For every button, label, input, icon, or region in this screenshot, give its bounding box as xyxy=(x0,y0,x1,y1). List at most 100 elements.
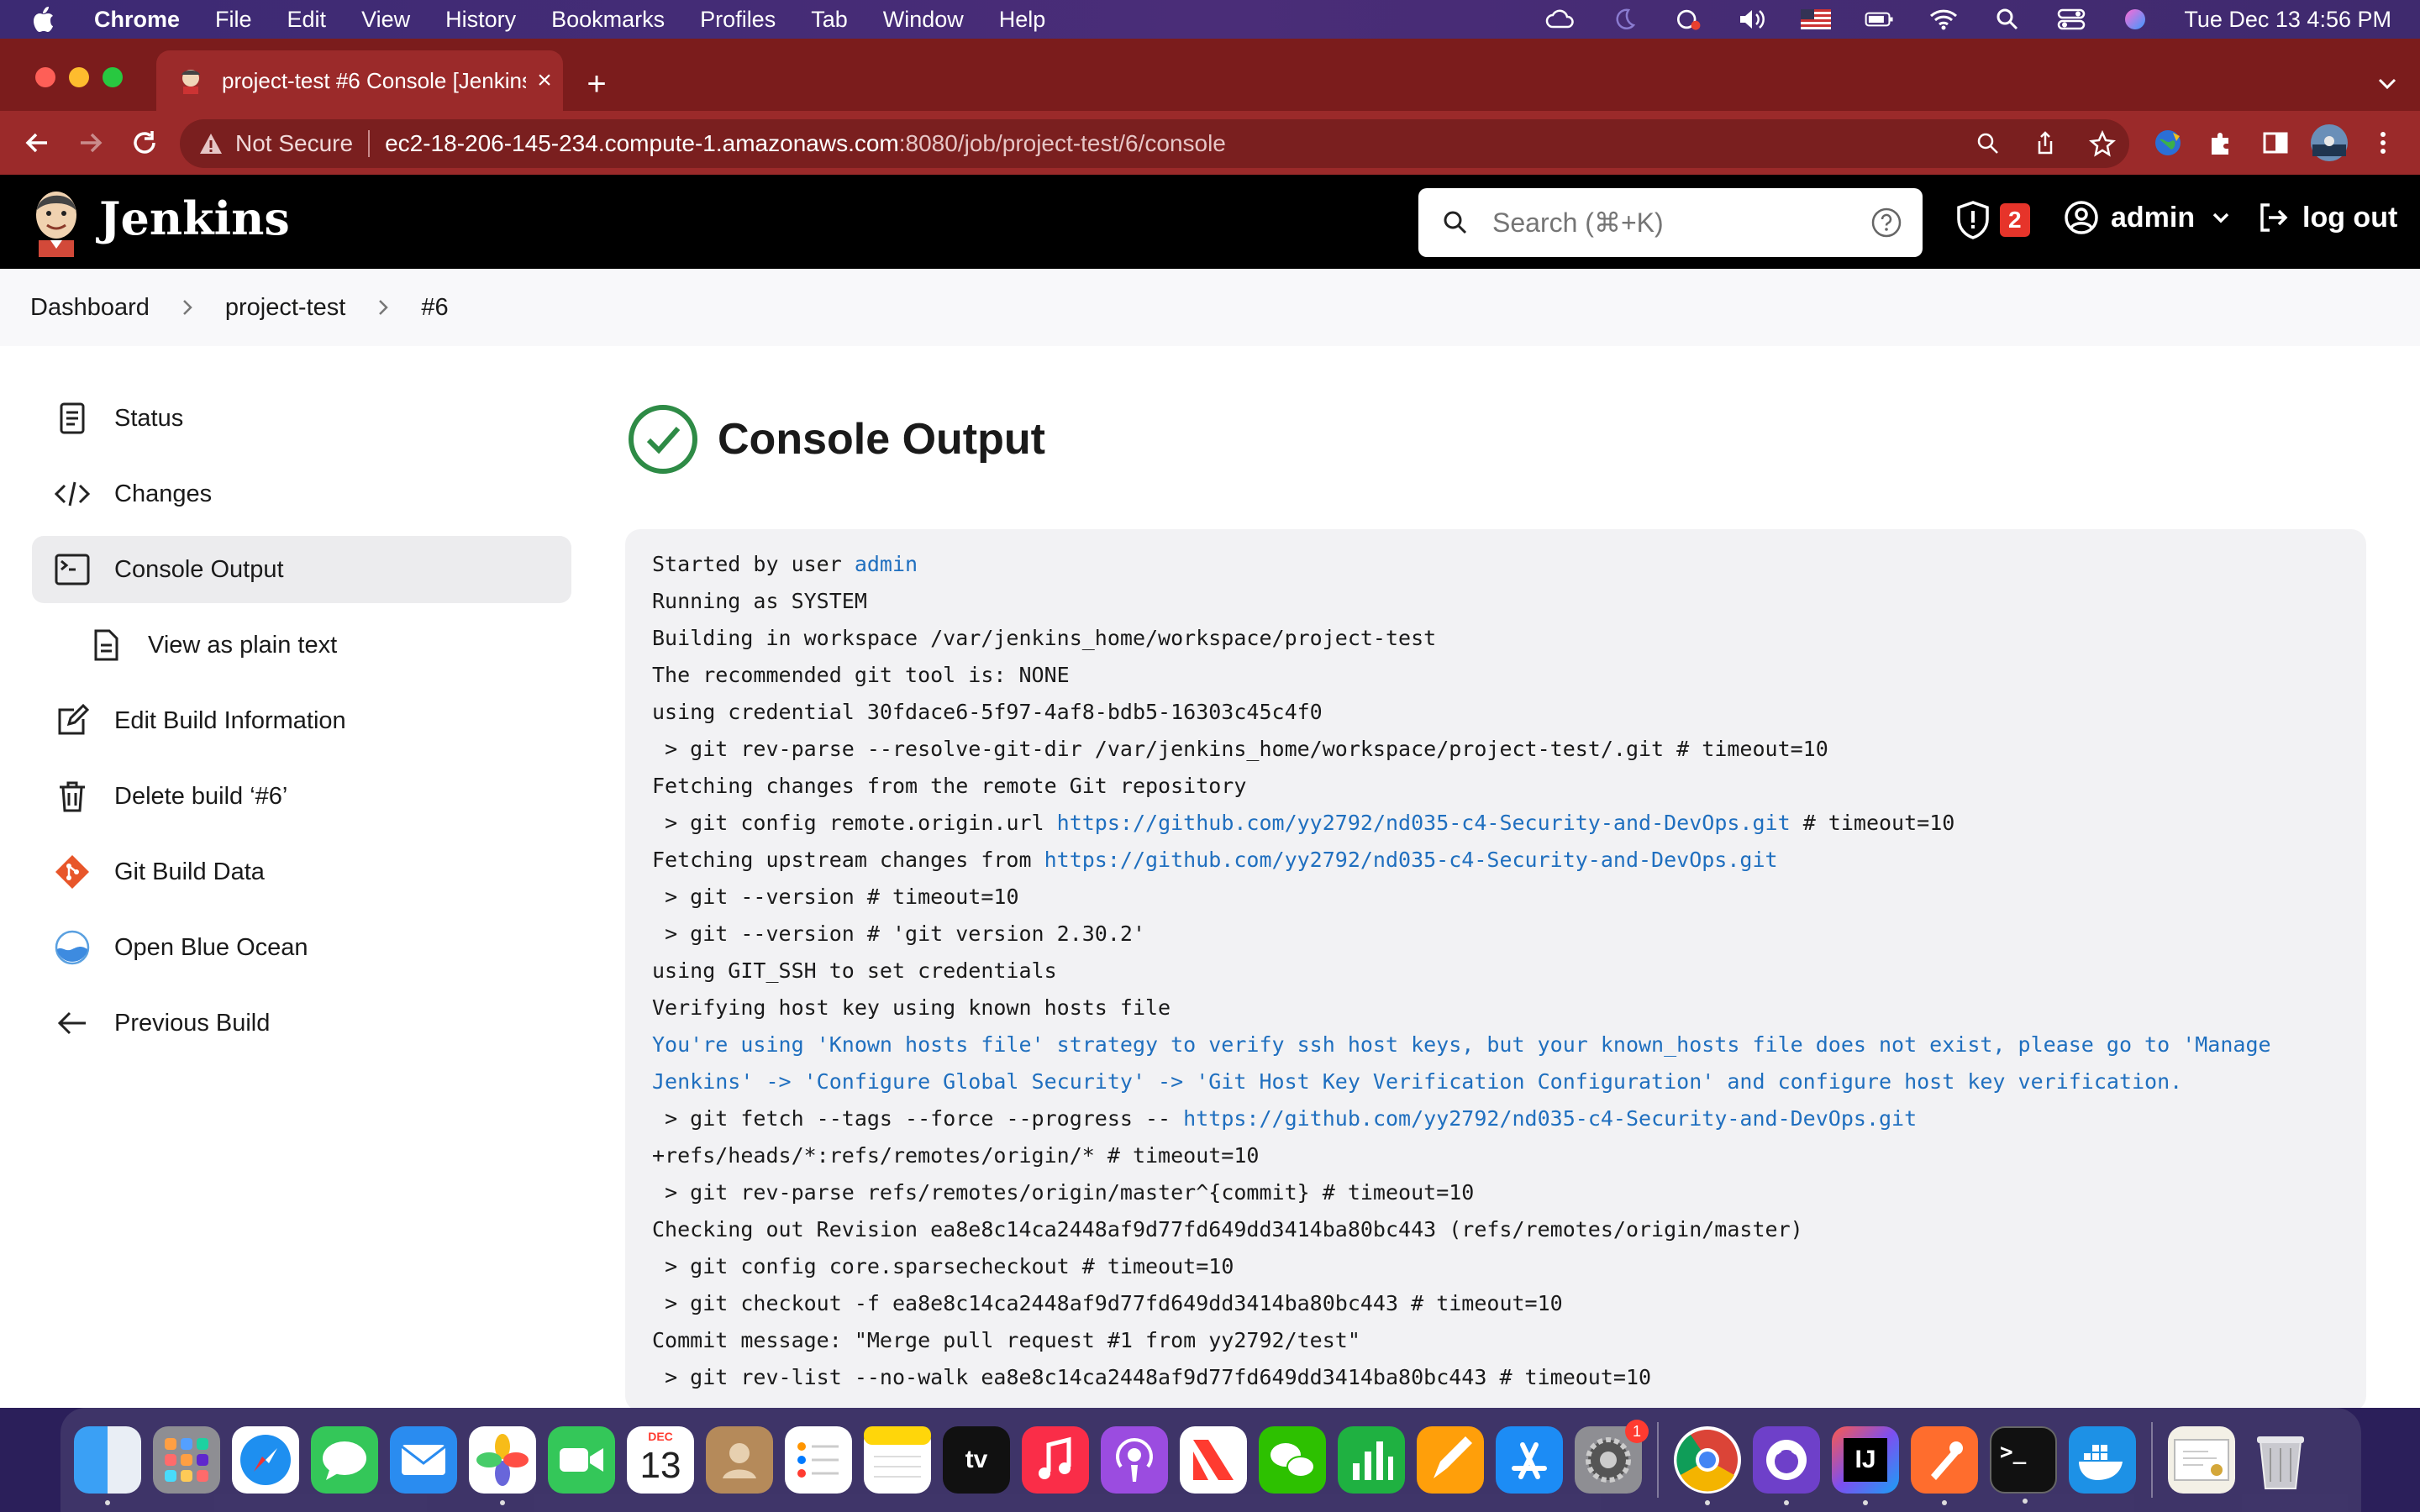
sidebar-item-edit-build-information[interactable]: Edit Build Information xyxy=(32,687,571,754)
breadcrumb-build-6[interactable]: #6 xyxy=(421,294,448,322)
news-icon[interactable] xyxy=(1180,1426,1247,1494)
url-path[interactable]: :8080/job/project-test/6/console xyxy=(899,130,1226,157)
sidebar-item-changes[interactable]: Changes xyxy=(32,460,571,528)
focus-moon-icon[interactable] xyxy=(1609,7,1639,32)
facetime-icon[interactable] xyxy=(548,1426,615,1494)
extension-globe-icon[interactable] xyxy=(2151,126,2185,160)
podcasts-icon[interactable] xyxy=(1101,1426,1168,1494)
menubar-clock[interactable]: Tue Dec 13 4:56 PM xyxy=(2184,7,2391,33)
jenkins-brand[interactable]: Jenkins xyxy=(99,192,290,245)
chrome-menu-icon[interactable] xyxy=(2371,126,2395,160)
jenkins-butler-logo-icon[interactable] xyxy=(30,188,82,257)
numbers-icon[interactable] xyxy=(1338,1426,1405,1494)
breadcrumb-dashboard[interactable]: Dashboard xyxy=(30,294,150,322)
user-menu[interactable]: admin xyxy=(2064,200,2232,235)
menu-file[interactable]: File xyxy=(215,7,252,33)
console-link[interactable]: https://github.com/yy2792/nd035-c4-Secur… xyxy=(1044,848,1778,872)
notes-icon[interactable] xyxy=(864,1426,931,1494)
not-secure-label[interactable]: Not Secure xyxy=(235,130,353,157)
share-icon[interactable] xyxy=(2032,130,2059,157)
calendar-icon[interactable]: DEC 13 xyxy=(627,1426,694,1494)
certificate-document-icon[interactable] xyxy=(2168,1426,2235,1494)
chrome-icon[interactable] xyxy=(1674,1426,1741,1505)
apple-tv-icon[interactable]: tv xyxy=(943,1426,1010,1494)
search-help-icon[interactable] xyxy=(1870,207,1902,239)
back-button[interactable] xyxy=(22,128,52,158)
photos-icon[interactable] xyxy=(469,1426,536,1505)
messages-icon[interactable] xyxy=(311,1426,378,1494)
sidebar-item-open-blue-ocean[interactable]: Open Blue Ocean xyxy=(32,914,571,981)
wechat-icon[interactable] xyxy=(1259,1426,1326,1494)
music-icon[interactable] xyxy=(1022,1426,1089,1494)
wifi-icon[interactable] xyxy=(1928,7,1959,32)
sidebar-item-status[interactable]: Status xyxy=(32,385,571,452)
profile-avatar[interactable] xyxy=(2309,123,2349,163)
pages-icon[interactable] xyxy=(1417,1426,1484,1494)
warning-triangle-icon[interactable] xyxy=(198,132,224,155)
tab-close-button[interactable]: × xyxy=(526,66,563,95)
jenkins-search-box[interactable] xyxy=(1418,188,1923,257)
menu-window[interactable]: Window xyxy=(883,7,964,33)
reload-button[interactable] xyxy=(129,128,160,158)
us-flag-icon[interactable] xyxy=(1801,7,1832,32)
app-store-icon[interactable] xyxy=(1496,1426,1563,1494)
forward-button[interactable] xyxy=(76,128,106,158)
screen-record-icon[interactable] xyxy=(1673,7,1703,32)
menu-app-chrome[interactable]: Chrome xyxy=(94,7,180,33)
sidebar-item-delete-build[interactable]: Delete build ‘#6’ xyxy=(32,763,571,830)
menu-help[interactable]: Help xyxy=(999,7,1046,33)
volume-icon[interactable] xyxy=(1737,7,1767,32)
intellij-icon[interactable]: IJ xyxy=(1832,1426,1899,1505)
menu-view[interactable]: View xyxy=(361,7,410,33)
window-close-button[interactable] xyxy=(35,67,55,87)
new-tab-button[interactable]: + xyxy=(580,67,613,101)
chevron-down-icon[interactable] xyxy=(2210,207,2232,228)
zoom-search-icon[interactable] xyxy=(1975,130,2002,157)
menu-edit[interactable]: Edit xyxy=(287,7,327,33)
breadcrumb-project-test[interactable]: project-test xyxy=(225,294,345,322)
jenkins-search-input[interactable] xyxy=(1492,207,1870,239)
control-center-icon[interactable] xyxy=(2056,7,2086,32)
safari-icon[interactable] xyxy=(232,1426,299,1494)
cloud-status-icon[interactable] xyxy=(1545,7,1576,32)
system-preferences-icon[interactable]: 1 xyxy=(1575,1420,1649,1494)
battery-icon[interactable] xyxy=(1865,7,1895,32)
postman-icon[interactable] xyxy=(1911,1426,1978,1505)
menu-profiles[interactable]: Profiles xyxy=(700,7,776,33)
security-alerts-button[interactable]: 2 xyxy=(1954,200,2030,240)
username[interactable]: admin xyxy=(2111,202,2195,234)
apple-icon[interactable] xyxy=(30,3,59,36)
console-link[interactable]: https://github.com/yy2792/nd035-c4-Secur… xyxy=(1183,1106,1917,1131)
logout-button[interactable]: log out xyxy=(2255,200,2397,235)
window-minimize-button[interactable] xyxy=(69,67,89,87)
menu-tab[interactable]: Tab xyxy=(811,7,848,33)
docker-icon[interactable] xyxy=(2069,1426,2136,1494)
extensions-puzzle-icon[interactable] xyxy=(2205,126,2238,160)
side-panel-icon[interactable] xyxy=(2259,126,2292,160)
window-zoom-button[interactable] xyxy=(103,67,123,87)
trash-bin-icon[interactable] xyxy=(2247,1426,2314,1494)
logout-label[interactable]: log out xyxy=(2302,202,2397,234)
sidebar-item-previous-build[interactable]: Previous Build xyxy=(32,990,571,1057)
reminders-icon[interactable] xyxy=(785,1426,852,1494)
sidebar-item-console-output[interactable]: Console Output xyxy=(32,536,571,603)
console-output-panel[interactable]: Started by user admin Running as SYSTEM … xyxy=(625,529,2366,1411)
menu-history[interactable]: History xyxy=(445,7,516,33)
menu-bookmarks[interactable]: Bookmarks xyxy=(551,7,665,33)
contacts-icon[interactable] xyxy=(706,1426,773,1494)
launchpad-icon[interactable] xyxy=(153,1426,220,1494)
siri-icon[interactable] xyxy=(2120,7,2150,32)
sidebar-item-view-plain-text[interactable]: View as plain text xyxy=(32,612,571,679)
spotlight-search-icon[interactable] xyxy=(1992,7,2023,32)
finder-icon[interactable] xyxy=(74,1426,141,1505)
address-bar[interactable]: Not Secure ec2-18-206-145-234.compute-1.… xyxy=(180,119,2129,168)
github-desktop-icon[interactable] xyxy=(1753,1426,1820,1505)
console-link[interactable]: admin xyxy=(855,552,918,576)
bookmark-star-icon[interactable] xyxy=(2089,130,2116,157)
url-host[interactable]: ec2-18-206-145-234.compute-1.amazonaws.c… xyxy=(385,130,899,157)
mail-icon[interactable] xyxy=(390,1426,457,1494)
console-link[interactable]: https://github.com/yy2792/nd035-c4-Secur… xyxy=(1057,811,1791,835)
tab-search-chevron-icon[interactable] xyxy=(2373,71,2402,96)
browser-tab-active[interactable]: project-test #6 Console [Jenkins] × xyxy=(156,50,563,111)
terminal-app-icon[interactable]: >_ xyxy=(1990,1426,2057,1504)
